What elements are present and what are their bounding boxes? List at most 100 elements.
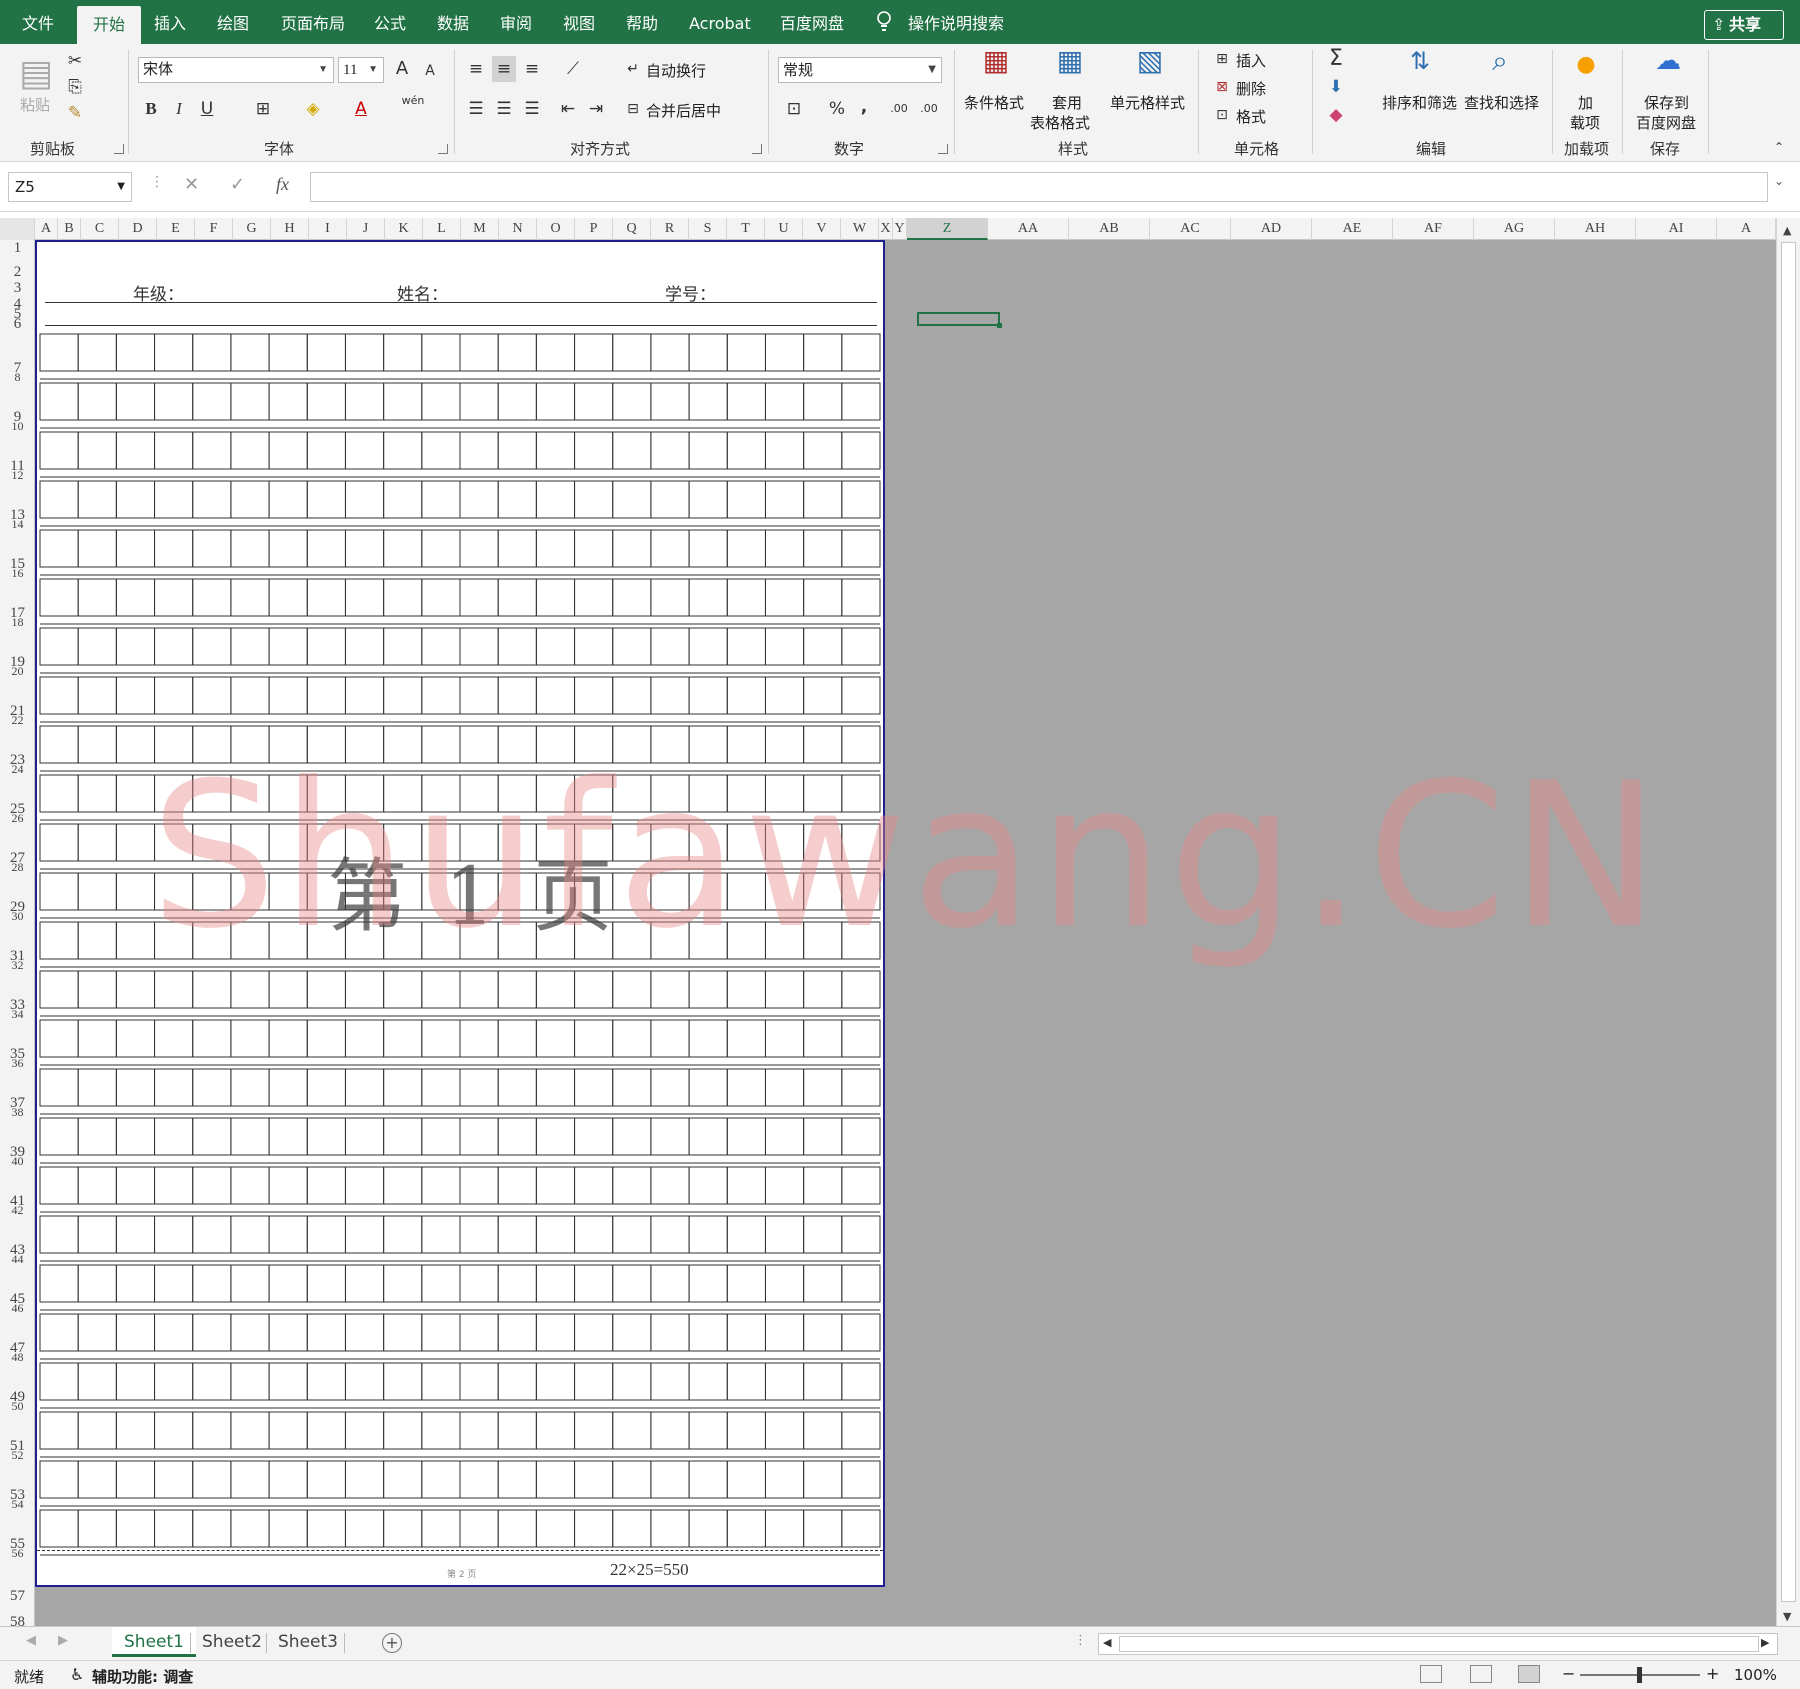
grid-box[interactable]	[344, 1460, 385, 1499]
add-sheet-icon[interactable]: +	[382, 1633, 402, 1653]
grid-box[interactable]	[268, 921, 308, 960]
grid-box[interactable]	[268, 529, 308, 568]
italic-button[interactable]: I	[168, 96, 190, 122]
grid-box[interactable]	[268, 333, 308, 372]
grid-box[interactable]	[268, 382, 308, 421]
grid-box[interactable]	[650, 627, 690, 666]
column-header[interactable]: G	[233, 218, 271, 240]
column-header[interactable]: Z	[907, 218, 988, 240]
grid-box[interactable]	[574, 578, 614, 617]
grid-box[interactable]	[650, 480, 690, 519]
grid-box[interactable]	[688, 333, 728, 372]
cancel-icon[interactable]: ✕	[184, 174, 199, 195]
grid-box[interactable]	[497, 1215, 537, 1254]
grid-box[interactable]	[535, 1460, 576, 1499]
tab-draw[interactable]: 绘图	[217, 0, 249, 44]
grid-box[interactable]	[154, 1264, 194, 1303]
grid-box[interactable]	[230, 774, 270, 813]
grid-box[interactable]	[115, 970, 156, 1009]
grid-box[interactable]	[574, 1362, 614, 1401]
grid-box[interactable]	[764, 725, 805, 764]
page-layout-view-icon[interactable]	[1470, 1665, 1492, 1683]
grid-box[interactable]	[39, 970, 79, 1009]
grid-box[interactable]	[421, 578, 461, 617]
grid-box[interactable]	[192, 1264, 232, 1303]
column-header[interactable]: T	[727, 218, 765, 240]
grid-box[interactable]	[459, 431, 499, 470]
grid-box[interactable]	[574, 774, 614, 813]
grid-box[interactable]	[344, 382, 385, 421]
grid-box[interactable]	[535, 1313, 576, 1352]
align-right-icon[interactable]: ☰	[520, 96, 544, 122]
number-format-select[interactable]: 常规 ▼	[778, 57, 942, 83]
grid-box[interactable]	[344, 333, 385, 372]
grid-box[interactable]	[77, 333, 117, 372]
grid-box[interactable]	[726, 480, 766, 519]
grid-box[interactable]	[726, 1264, 766, 1303]
grid-box[interactable]	[306, 1019, 346, 1058]
grid-box[interactable]	[497, 725, 537, 764]
grid-box[interactable]	[535, 1509, 576, 1548]
grid-box[interactable]	[650, 921, 690, 960]
grid-box[interactable]	[39, 1068, 79, 1107]
row-header[interactable]: 30	[0, 909, 34, 924]
grid-box[interactable]	[77, 529, 117, 568]
grid-box[interactable]	[459, 1117, 499, 1156]
conditional-format-icon[interactable]: ▦	[976, 47, 1016, 86]
save-line1[interactable]: 保存到	[1644, 92, 1689, 113]
grid-box[interactable]	[841, 676, 881, 715]
grid-box[interactable]	[39, 1117, 79, 1156]
grid-box[interactable]	[803, 872, 843, 911]
grid-box[interactable]	[574, 1068, 614, 1107]
grid-box[interactable]	[612, 1362, 652, 1401]
grid-box[interactable]	[650, 1166, 690, 1205]
grid-box[interactable]	[535, 1362, 576, 1401]
grid-box[interactable]	[77, 1019, 117, 1058]
grid-box[interactable]	[726, 382, 766, 421]
grid-box[interactable]	[383, 431, 423, 470]
grid-box[interactable]	[192, 823, 232, 862]
grid-box[interactable]	[841, 1411, 881, 1450]
grid-box[interactable]	[39, 1215, 79, 1254]
grid-box[interactable]	[421, 676, 461, 715]
grid-box[interactable]	[77, 382, 117, 421]
cut-icon[interactable]: ✂	[64, 48, 86, 74]
column-header[interactable]: B	[58, 218, 81, 240]
grid-box[interactable]	[459, 1166, 499, 1205]
grid-box[interactable]	[230, 872, 270, 911]
column-header[interactable]: AG	[1474, 218, 1555, 240]
grid-box[interactable]	[230, 1215, 270, 1254]
grid-box[interactable]	[574, 725, 614, 764]
grid-box[interactable]	[306, 333, 346, 372]
grid-box[interactable]	[230, 1509, 270, 1548]
grid-box[interactable]	[803, 333, 843, 372]
grid-box[interactable]	[421, 1411, 461, 1450]
grid-box[interactable]	[154, 1411, 194, 1450]
grid-box[interactable]	[459, 1460, 499, 1499]
grid-box[interactable]	[115, 1411, 156, 1450]
grid-box[interactable]	[383, 529, 423, 568]
grid-box[interactable]	[39, 1313, 79, 1352]
column-header[interactable]: H	[271, 218, 309, 240]
scroll-up-icon[interactable]: ▲	[1783, 224, 1791, 237]
grid-box[interactable]	[421, 627, 461, 666]
grid-box[interactable]	[459, 627, 499, 666]
grid-box[interactable]	[421, 1264, 461, 1303]
grid-box[interactable]	[535, 676, 576, 715]
column-header[interactable]: A	[1717, 218, 1776, 240]
grid-box[interactable]	[841, 1362, 881, 1401]
grid-box[interactable]	[306, 1166, 346, 1205]
grid-box[interactable]	[192, 1460, 232, 1499]
grid-box[interactable]	[726, 872, 766, 911]
grid-box[interactable]	[841, 627, 881, 666]
tab-data[interactable]: 数据	[437, 0, 469, 44]
tab-review[interactable]: 审阅	[500, 0, 532, 44]
grid-box[interactable]	[268, 1313, 308, 1352]
grid-box[interactable]	[574, 1460, 614, 1499]
grid-box[interactable]	[764, 431, 805, 470]
grid-box[interactable]	[459, 970, 499, 1009]
grid-box[interactable]	[192, 676, 232, 715]
cell-styles-icon[interactable]: ▧	[1130, 47, 1170, 86]
grid-box[interactable]	[459, 1019, 499, 1058]
grid-box[interactable]	[344, 774, 385, 813]
